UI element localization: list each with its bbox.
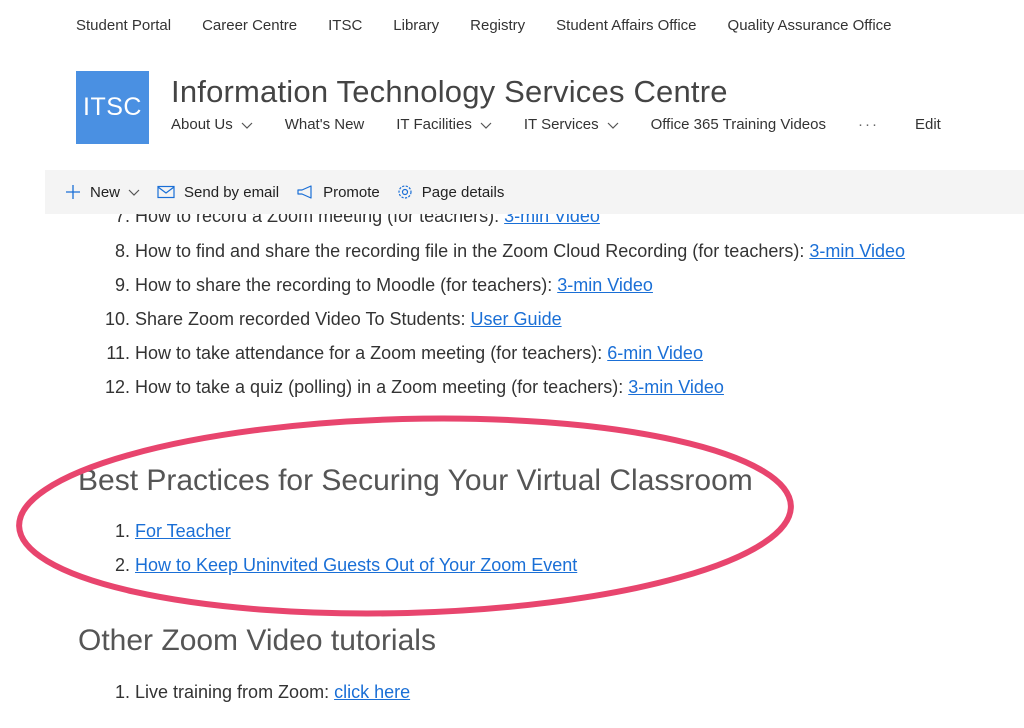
list-item: 10. Share Zoom recorded Video To Students… — [100, 309, 562, 330]
hub-link-registry[interactable]: Registry — [470, 17, 525, 34]
video-link[interactable]: 3-min Video — [628, 377, 724, 397]
gear-icon — [398, 185, 412, 199]
video-link[interactable]: 3-min Video — [557, 275, 653, 295]
list-number: 1. — [114, 521, 130, 541]
mail-icon — [157, 185, 175, 199]
list-item-text: How to take a quiz (polling) in a Zoom m… — [135, 377, 629, 397]
list-item: 8. How to find and share the recording fi… — [100, 241, 905, 262]
nav-whats-new-label: What's New — [284, 116, 365, 133]
chevron-down-icon — [128, 189, 140, 196]
chevron-down-icon — [241, 122, 253, 129]
video-link[interactable]: 6-min Video — [607, 343, 703, 363]
hub-navigation: Student Portal Career Centre ITSC Librar… — [45, 0, 1024, 50]
hub-link-quality-assurance[interactable]: Quality Assurance Office — [728, 17, 892, 34]
video-link[interactable]: 3-min Video — [504, 214, 600, 226]
list-item-text: How to record a Zoom meeting (for teache… — [135, 214, 505, 226]
list-item: 1. Live training from Zoom: click here — [100, 682, 410, 703]
list-number: 12. — [104, 377, 130, 397]
video-link[interactable]: 3-min Video — [809, 241, 905, 261]
list-number: 11. — [106, 343, 130, 363]
list-item-text: Live training from Zoom: — [135, 682, 335, 702]
hub-link-student-affairs[interactable]: Student Affairs Office — [556, 17, 696, 34]
more-menu-button[interactable]: ··· — [858, 116, 879, 133]
hub-link-library[interactable]: Library — [393, 17, 439, 34]
site-logo[interactable]: ITSC — [76, 71, 149, 144]
nav-it-facilities[interactable]: IT Facilities — [396, 116, 492, 133]
list-item: 1. For Teacher — [100, 521, 231, 542]
list-item: 2. How to Keep Uninvited Guests Out of Yo… — [100, 555, 577, 576]
nav-about-us-label: About Us — [171, 116, 233, 133]
nav-it-facilities-label: IT Facilities — [396, 116, 472, 133]
hub-link-career-centre[interactable]: Career Centre — [202, 17, 297, 34]
plus-icon — [66, 185, 80, 199]
list-item-text: How to take attendance for a Zoom meetin… — [135, 343, 608, 363]
nav-office365-training[interactable]: Office 365 Training Videos — [651, 116, 826, 133]
nav-it-services-label: IT Services — [523, 116, 599, 133]
list-item-text: Share Zoom recorded Video To Students: — [135, 309, 471, 329]
list-item-text: How to share the recording to Moodle (fo… — [135, 275, 558, 295]
list-item: 12. How to take a quiz (polling) in a Zoo… — [100, 377, 724, 398]
site-header: ITSC Information Technology Services Cen… — [45, 50, 1024, 170]
new-button-label: New — [90, 183, 121, 201]
command-bar: New Send by email Promote Page details — [45, 170, 1024, 214]
click-here-link[interactable]: click here — [334, 682, 410, 702]
list-item: 11. How to take attendance for a Zoom mee… — [100, 343, 703, 364]
list-item-text: How to find and share the recording file… — [135, 241, 810, 261]
site-navigation: About Us What's New IT Facilities IT Ser… — [171, 116, 941, 133]
hub-link-itsc[interactable]: ITSC — [328, 17, 362, 34]
list-number: 2. — [114, 555, 130, 575]
list-item: 9. How to share the recording to Moodle (… — [100, 275, 653, 296]
user-guide-link[interactable]: User Guide — [471, 309, 562, 329]
list-number: 9. — [114, 275, 130, 295]
new-button[interactable]: New — [65, 184, 140, 201]
site-title[interactable]: Information Technology Services Centre — [171, 74, 728, 110]
send-by-email-label: Send by email — [184, 183, 280, 201]
list-number: 1. — [114, 682, 130, 702]
list-item: 7. How to record a Zoom meeting (for teac… — [100, 214, 600, 227]
page-content: 7. How to record a Zoom meeting (for teac… — [0, 214, 1024, 728]
edit-nav-button[interactable]: Edit — [915, 116, 941, 133]
chevron-down-icon — [480, 122, 492, 129]
send-by-email-button[interactable]: Send by email — [157, 184, 279, 201]
promote-label: Promote — [323, 183, 380, 201]
nav-office365-training-label: Office 365 Training Videos — [650, 116, 826, 133]
nav-about-us[interactable]: About Us — [171, 116, 253, 133]
list-number: 10. — [104, 309, 130, 329]
list-number: 7. — [114, 214, 130, 226]
list-number: 8. — [114, 241, 130, 261]
uninvited-guests-link[interactable]: How to Keep Uninvited Guests Out of Your… — [135, 555, 577, 575]
nav-it-services[interactable]: IT Services — [524, 116, 619, 133]
other-tutorials-heading: Other Zoom Video tutorials — [78, 624, 436, 657]
for-teacher-link[interactable]: For Teacher — [135, 521, 231, 541]
page-details-label: Page details — [421, 183, 505, 201]
chevron-down-icon — [607, 122, 619, 129]
page-details-button[interactable]: Page details — [397, 183, 505, 201]
promote-button[interactable]: Promote — [296, 184, 380, 201]
hub-link-student-portal[interactable]: Student Portal — [76, 17, 171, 34]
megaphone-icon — [297, 185, 312, 199]
best-practices-heading: Best Practices for Securing Your Virtual… — [78, 464, 753, 497]
nav-whats-new[interactable]: What's New — [285, 116, 365, 133]
